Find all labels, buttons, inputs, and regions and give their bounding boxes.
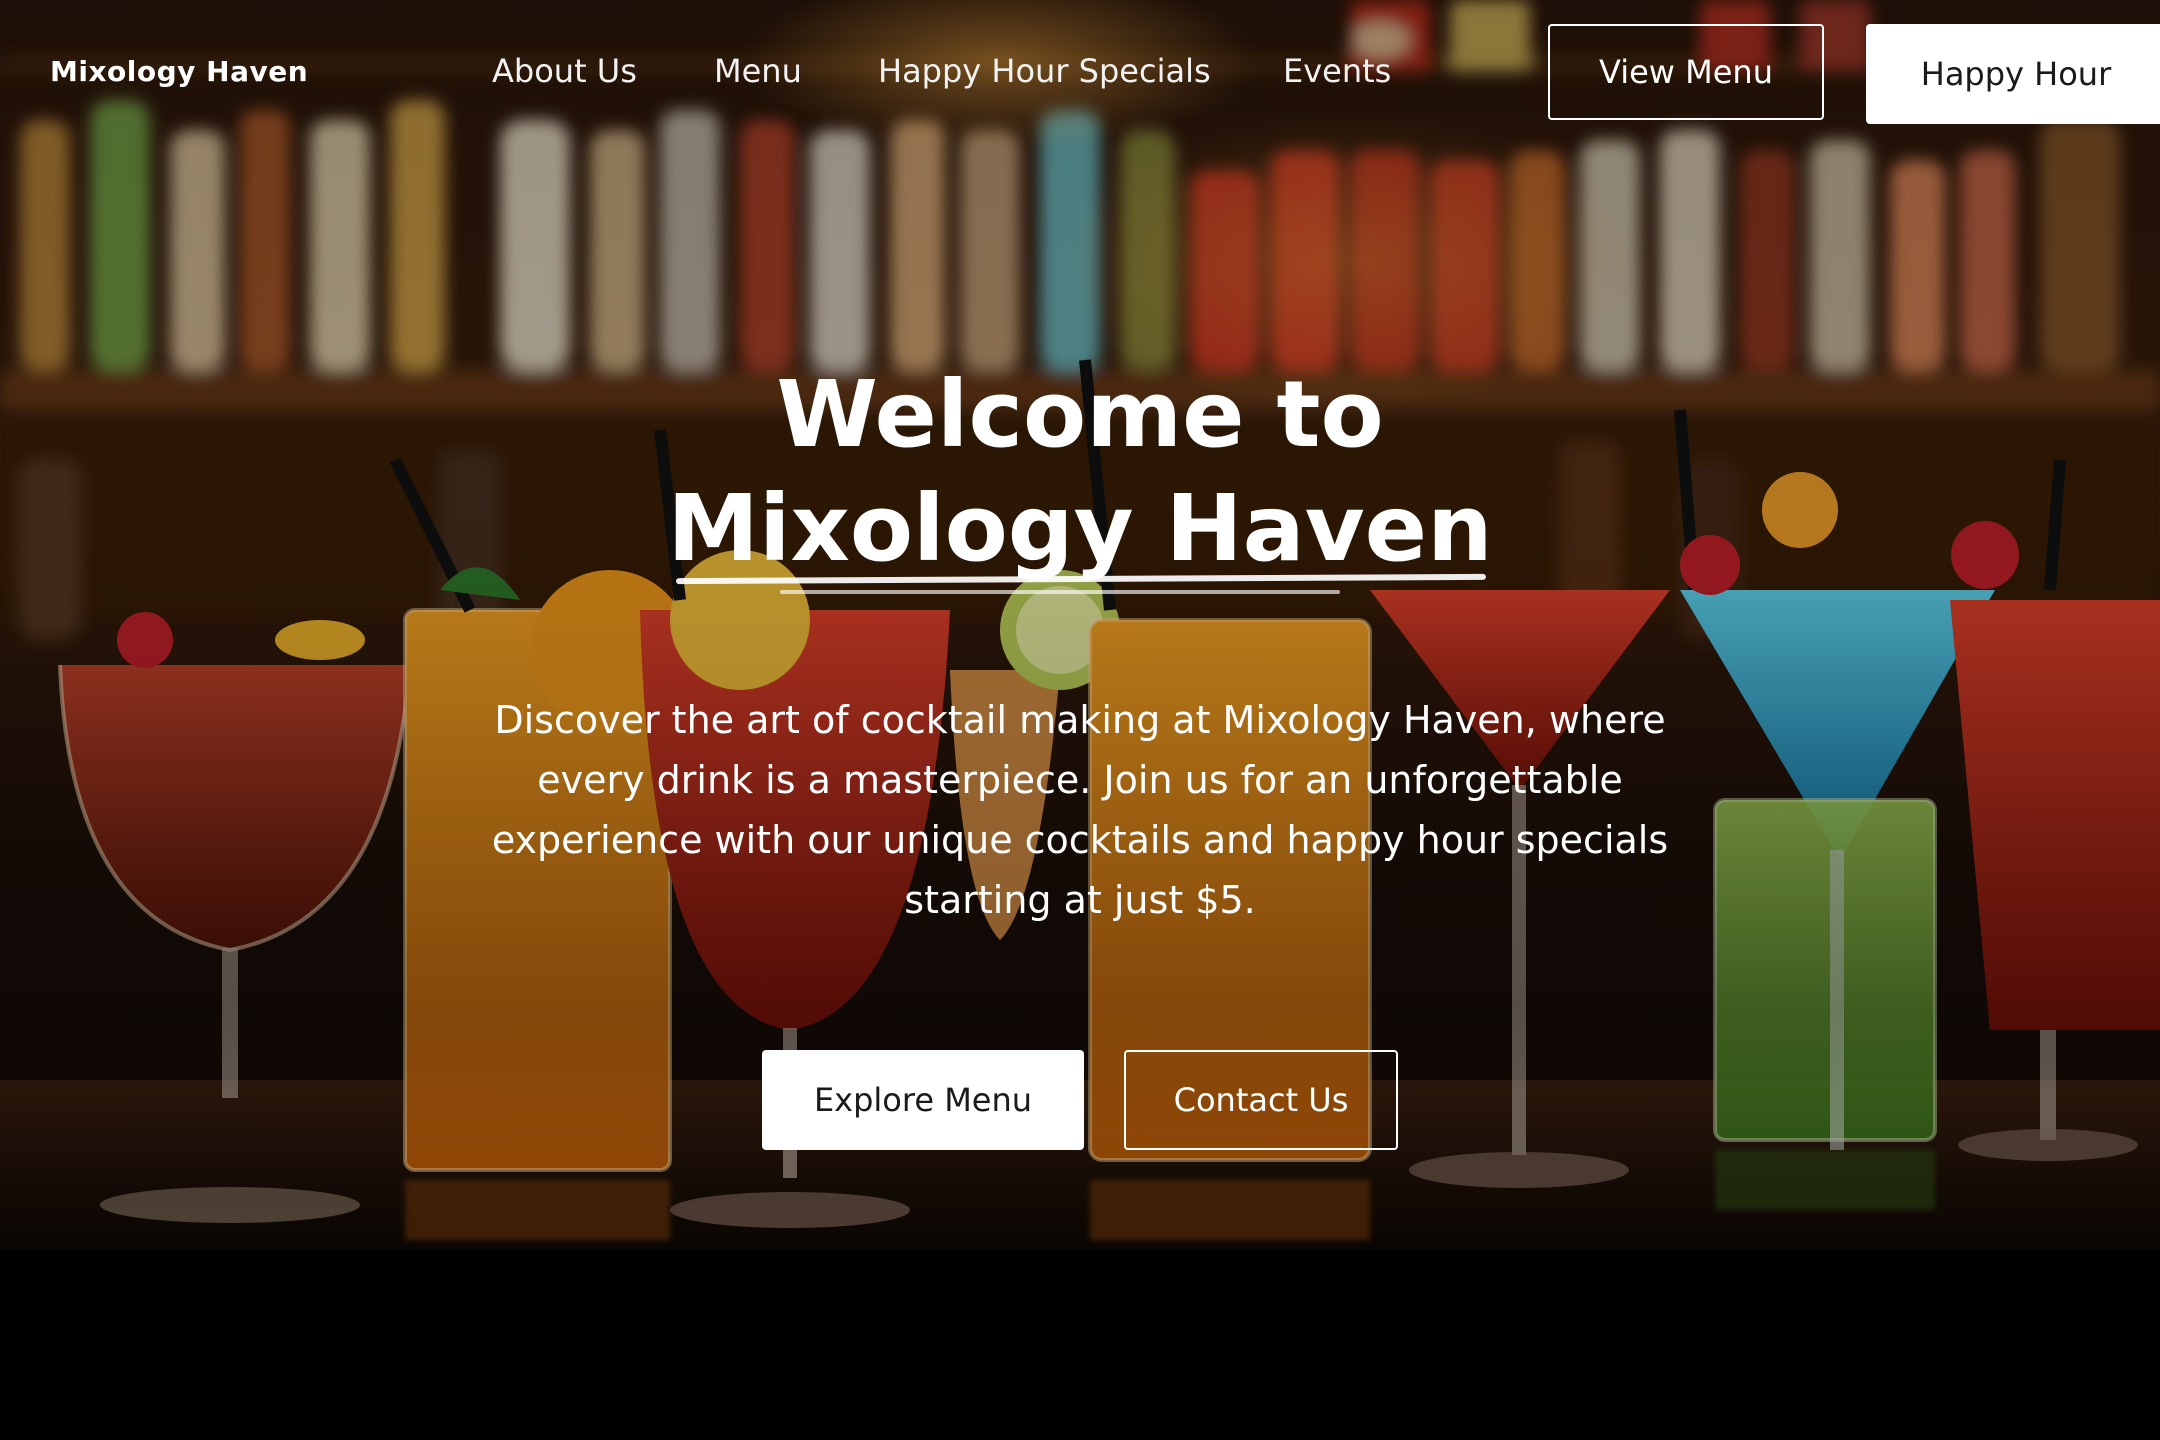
- view-menu-button[interactable]: View Menu: [1548, 24, 1824, 120]
- hero-description: Discover the art of cocktail making at M…: [491, 698, 1669, 922]
- explore-menu-button[interactable]: Explore Menu: [762, 1050, 1084, 1150]
- nav-link-menu[interactable]: Menu: [714, 52, 802, 90]
- title-underline-accent: [780, 590, 1340, 594]
- contact-us-button[interactable]: Contact Us: [1124, 1050, 1398, 1150]
- hero-title: Welcome to Mixology Haven: [0, 358, 2160, 586]
- hero-title-line-2: Mixology Haven: [667, 475, 1493, 582]
- hero-title-line-1: Welcome to: [776, 361, 1384, 468]
- happy-hour-button[interactable]: Happy Hour: [1866, 24, 2160, 124]
- nav-link-happy-hour-specials[interactable]: Happy Hour Specials: [878, 52, 1211, 90]
- nav-link-about-us[interactable]: About Us: [492, 52, 637, 90]
- brand-logo[interactable]: Mixology Haven: [50, 55, 308, 88]
- landing-page: Mixology Haven About Us Menu Happy Hour …: [0, 0, 2160, 1440]
- nav-link-events[interactable]: Events: [1283, 52, 1391, 90]
